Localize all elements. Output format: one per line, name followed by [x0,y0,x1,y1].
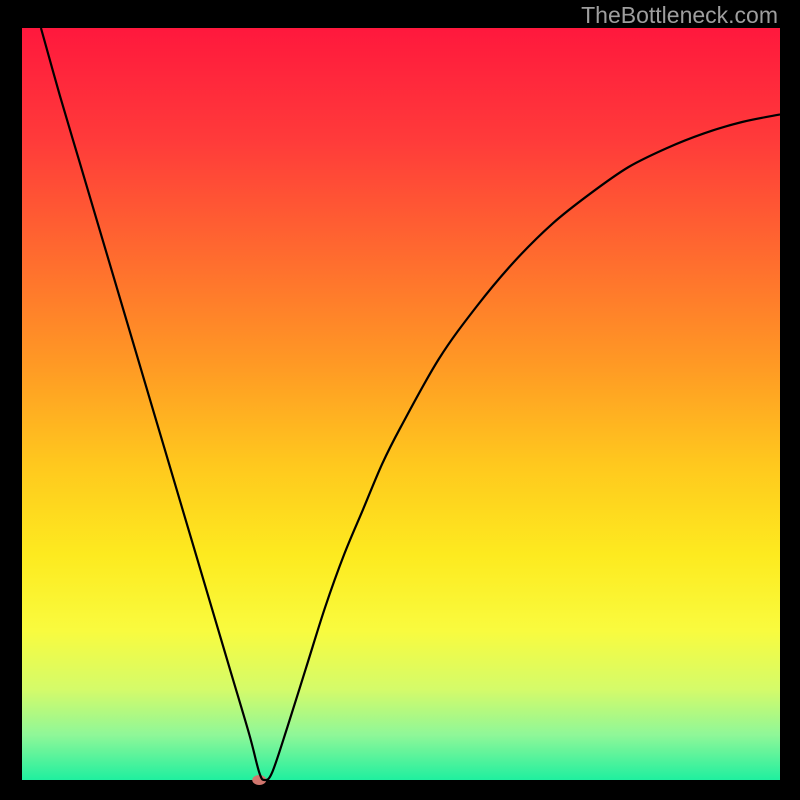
plot-background [22,28,780,780]
chart-frame: TheBottleneck.com [0,0,800,800]
watermark-text: TheBottleneck.com [581,2,778,29]
bottleneck-chart [0,0,800,800]
